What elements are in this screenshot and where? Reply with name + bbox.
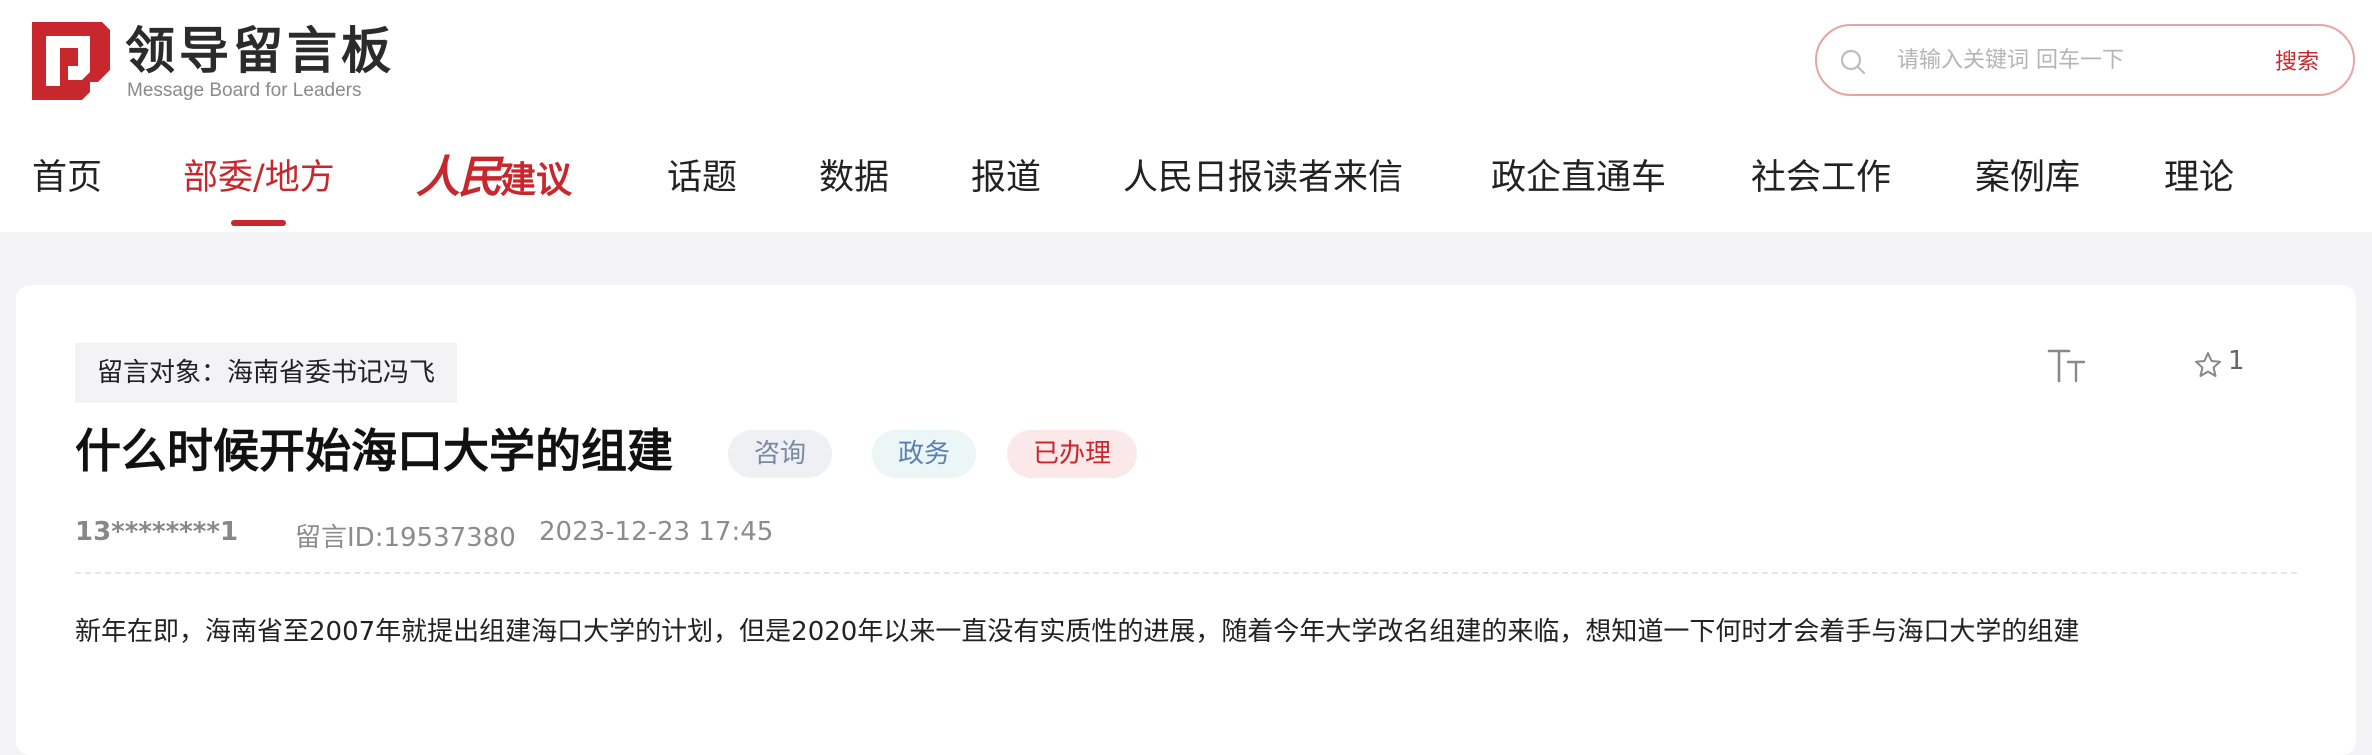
search-button[interactable]: 搜索 [2275, 44, 2319, 76]
main-nav: 首页 部委/地方 人民建议 话题 数据 报道 人民日报读者来信 政企直通车 社会… [0, 148, 2372, 226]
badge-status-done: 已办理 [1007, 430, 1138, 478]
site-logo[interactable]: 领导留言板 Message Board for Leaders [32, 22, 412, 102]
search-box: 搜索 [1815, 24, 2355, 96]
message-author: 13********1 [75, 517, 239, 547]
nav-item-data[interactable]: 数据 [819, 148, 889, 208]
font-size-icon[interactable] [2046, 345, 2090, 385]
logo-subtitle: Message Board for Leaders [127, 80, 362, 101]
nav-item-case-library[interactable]: 案例库 [1975, 148, 2080, 208]
message-target: 留言对象：海南省委书记冯飞 [75, 343, 458, 403]
nav-item-people-suggestions[interactable]: 人民建议 [416, 148, 572, 211]
site-header: 领导留言板 Message Board for Leaders 搜索 首页 部委… [0, 0, 2372, 232]
nav-item-reports[interactable]: 报道 [971, 148, 1041, 208]
message-content: 新年在即，海南省至2007年就提出组建海口大学的计划，但是2020年以来一直没有… [75, 617, 2080, 647]
logo-title: 领导留言板 [125, 22, 395, 80]
nav-item-topics[interactable]: 话题 [667, 148, 737, 208]
badge-consult: 咨询 [728, 430, 833, 478]
brand-renmin: 人民 [416, 152, 502, 203]
nav-item-social-work[interactable]: 社会工作 [1751, 148, 1891, 208]
favorite-count: 1 [2228, 346, 2245, 376]
message-id: 留言ID:19537380 [295, 523, 516, 553]
nav-item-gov-enterprise[interactable]: 政企直通车 [1491, 148, 1666, 208]
search-input[interactable] [1897, 40, 2217, 80]
nav-item-readers-letters[interactable]: 人民日报读者来信 [1123, 148, 1403, 208]
message-title: 什么时候开始海口大学的组建 [75, 424, 673, 478]
brand-jianyi: 建议 [500, 160, 573, 201]
nav-item-theory[interactable]: 理论 [2164, 148, 2234, 208]
badge-gov-affairs: 政务 [872, 430, 977, 478]
active-tab-indicator [231, 220, 286, 226]
message-card: 留言对象：海南省委书记冯飞 1 什么时候开始海口大学的组建 咨询 政务 已办理 … [16, 285, 2356, 755]
logo-mark-icon [32, 22, 110, 100]
divider [75, 572, 2297, 574]
search-icon [1840, 49, 1866, 75]
nav-item-home[interactable]: 首页 [32, 148, 102, 208]
nav-item-ministries[interactable]: 部委/地方 [183, 148, 335, 208]
message-time: 2023-12-23 17:45 [539, 517, 774, 547]
star-icon[interactable] [2194, 351, 2222, 379]
